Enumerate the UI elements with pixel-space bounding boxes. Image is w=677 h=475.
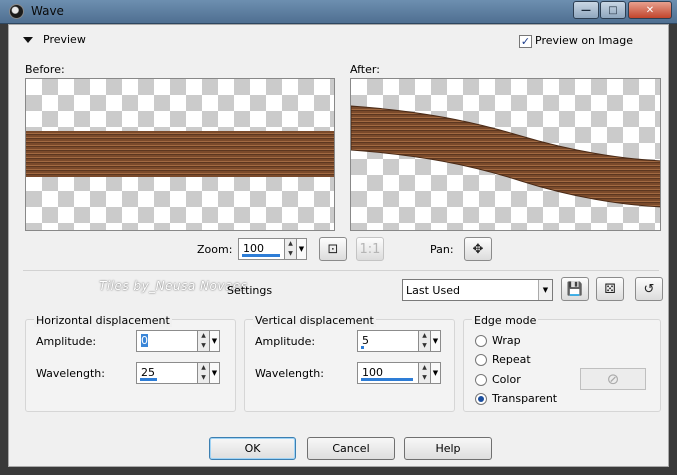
before-label: Before: [25,63,65,76]
app-icon [9,4,24,19]
zoom-input[interactable]: 100 [238,238,285,260]
close-button[interactable]: ✕ [628,1,672,19]
before-stripes [26,131,334,177]
title-bar: Wave — □ ✕ [0,0,677,24]
radio-wrap[interactable] [475,335,487,347]
edge-mode-title: Edge mode [472,314,539,327]
zoom-fit-icon[interactable]: ⊡ [319,237,347,261]
preset-value: Last Used [406,284,460,297]
minimize-button[interactable]: — [573,1,599,19]
wave-dialog: Preview ✓ Preview on Image Before: After… [8,24,669,467]
edge-mode-group: Edge mode Wrap Repeat Color Transparent … [463,314,661,412]
no-color-icon: ⊘ [580,368,646,390]
h-amplitude-label: Amplitude: [36,335,97,348]
move-icon[interactable]: ✥ [464,237,492,261]
horizontal-title: Horizontal displacement [34,314,172,327]
radio-repeat-label: Repeat [492,353,531,366]
h-wavelength-input[interactable]: 25 [136,362,198,384]
zoom-label: Zoom: [197,243,233,256]
vertical-displacement-group: Vertical displacement Amplitude: 5 ▲ ▼ ▼ … [244,314,455,412]
v-amplitude-input[interactable]: 5 [357,330,419,352]
v-wavelength-input[interactable]: 100 [357,362,419,384]
h-wavelength-spinner[interactable]: 25 ▲ ▼ ▼ [136,362,220,384]
radio-color-label: Color [492,373,521,386]
zoom-dropdown-arrow[interactable]: ▼ [297,238,307,260]
preview-on-image-checkbox[interactable]: ✓ [519,35,532,48]
preview-toggle[interactable]: Preview [23,33,86,46]
h-amplitude-spinner[interactable]: 0 ▲ ▼ ▼ [136,330,220,352]
actual-size-icon: 1:1 [356,237,384,261]
h-amplitude-input[interactable]: 0 [136,330,198,352]
settings-label: Settings [227,284,273,297]
radio-color[interactable] [475,374,487,386]
radio-transparent[interactable] [475,393,487,405]
save-icon[interactable]: 💾 [561,277,589,301]
preview-on-image-label: Preview on Image [535,34,633,47]
divider [23,270,659,271]
radio-repeat[interactable] [475,354,487,366]
pan-label: Pan: [430,243,454,256]
reset-icon[interactable]: ↺ [635,277,663,301]
maximize-button[interactable]: □ [600,1,626,19]
after-preview[interactable] [350,78,661,231]
after-wave-band [351,105,660,208]
help-button[interactable]: Help [404,437,492,460]
h-wavelength-label: Wavelength: [36,367,105,380]
horizontal-displacement-group: Horizontal displacement Amplitude: 0 ▲ ▼ … [25,314,236,412]
vertical-title: Vertical displacement [253,314,376,327]
cancel-button[interactable]: Cancel [307,437,395,460]
before-preview[interactable] [25,78,335,231]
after-label: After: [350,63,380,76]
v-wavelength-label: Wavelength: [255,367,324,380]
window-title: Wave [31,4,64,18]
preset-dropdown[interactable]: Last Used ▼ [402,279,553,301]
dice-icon[interactable]: ⚄ [596,277,624,301]
triangle-down-icon [23,36,33,43]
preview-label: Preview [43,33,86,46]
ok-button[interactable]: OK [209,437,296,460]
v-wavelength-spinner[interactable]: 100 ▲ ▼ ▼ [357,362,441,384]
radio-transparent-label: Transparent [492,392,558,405]
v-amplitude-label: Amplitude: [255,335,316,348]
v-amplitude-spinner[interactable]: 5 ▲ ▼ ▼ [357,330,441,352]
radio-wrap-label: Wrap [492,334,521,347]
zoom-spinner[interactable]: 100 ▲ ▼ ▼ [238,238,307,260]
chevron-down-icon[interactable]: ▼ [538,280,552,300]
watermark: Tiles by_Neusa Novaes [99,279,248,293]
